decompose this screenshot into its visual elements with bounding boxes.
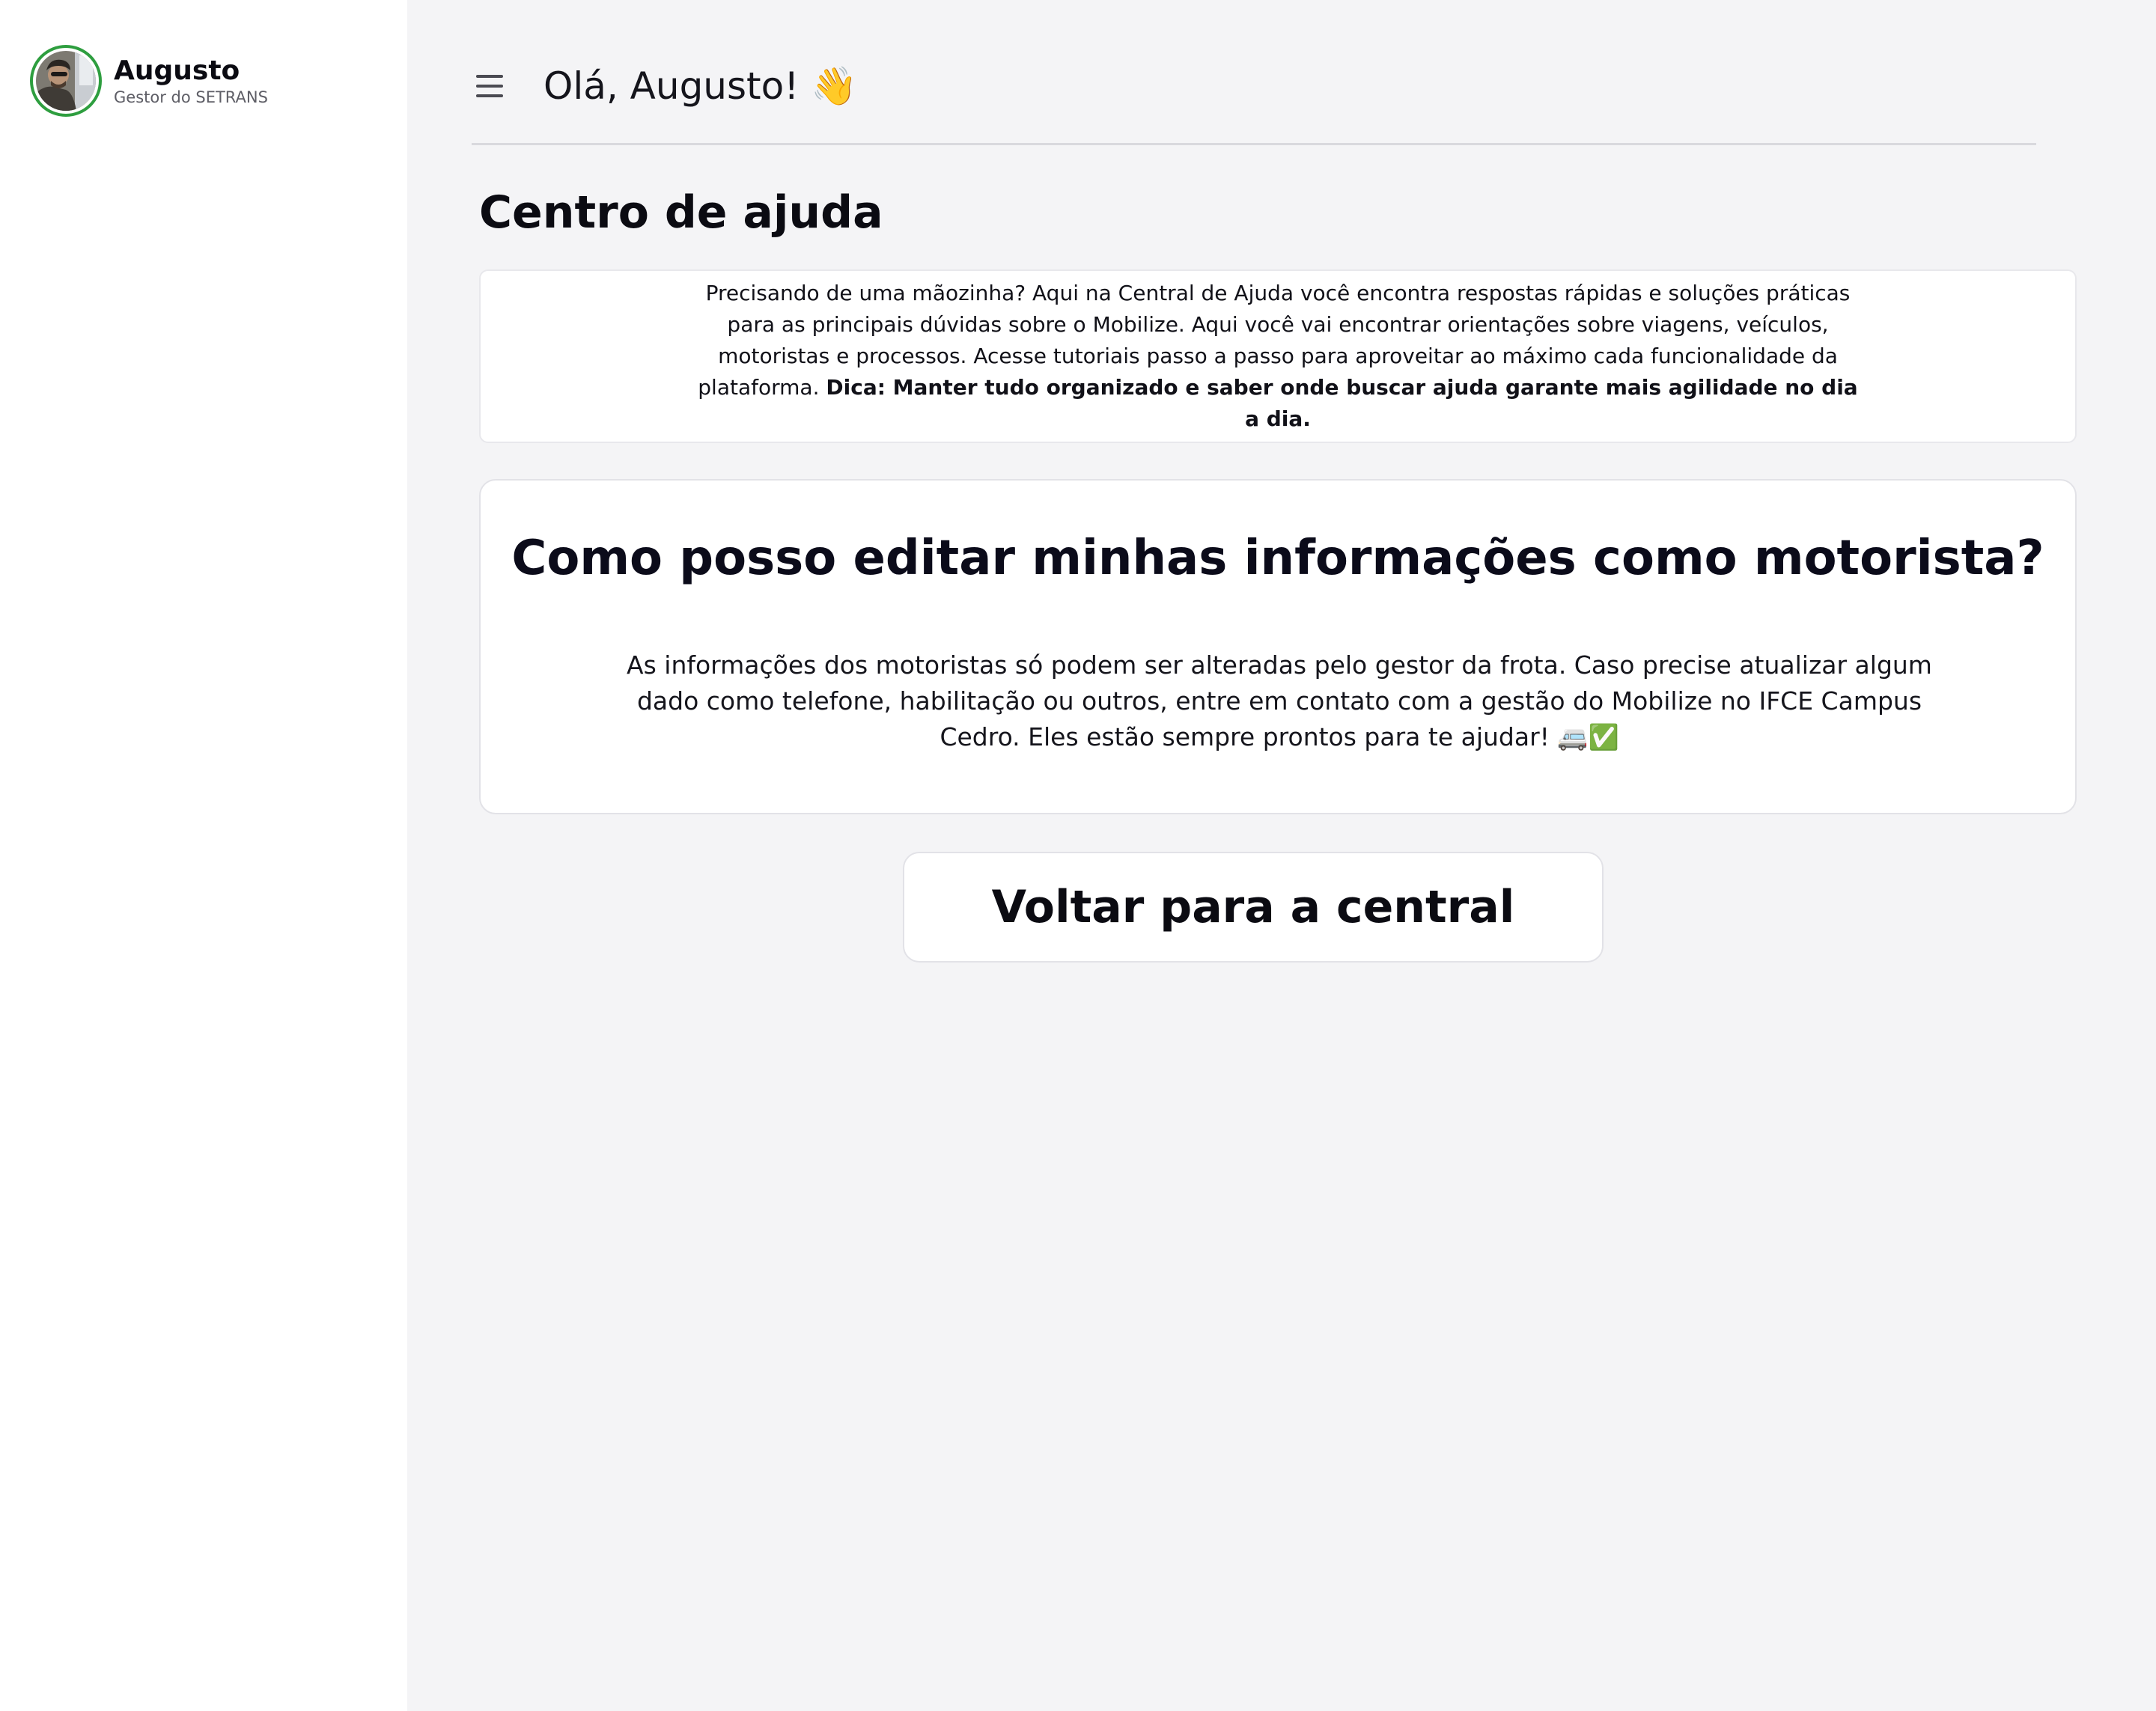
help-intro-tip: Dica: Manter tudo organizado e saber ond… bbox=[826, 375, 1858, 431]
page-title: Centro de ajuda bbox=[479, 186, 883, 239]
top-bar: Olá, Augusto! 👋 bbox=[472, 52, 2036, 145]
faq-card: Como posso editar minhas informações com… bbox=[479, 479, 2077, 814]
menu-line bbox=[476, 94, 503, 97]
avatar-image bbox=[36, 51, 96, 111]
avatar[interactable] bbox=[30, 45, 102, 117]
main-content: Olá, Augusto! 👋 Centro de ajuda Precisan… bbox=[407, 0, 2156, 1711]
user-photo-icon bbox=[36, 51, 96, 111]
faq-answer: As informações dos motoristas só podem s… bbox=[627, 650, 1932, 751]
menu-line bbox=[476, 85, 503, 88]
hamburger-menu-icon[interactable] bbox=[472, 67, 512, 105]
greeting-text: Olá, Augusto! 👋 bbox=[543, 64, 858, 108]
help-intro-card: Precisando de uma mãozinha? Aqui na Cent… bbox=[479, 269, 2077, 443]
help-intro-text: Precisando de uma mãozinha? Aqui na Cent… bbox=[694, 278, 1862, 435]
profile-text: Augusto Gestor do SETRANS bbox=[114, 55, 268, 107]
profile-name: Augusto bbox=[114, 55, 240, 86]
faq-question: Como posso editar minhas informações com… bbox=[511, 531, 2044, 586]
user-profile[interactable]: Augusto Gestor do SETRANS bbox=[30, 45, 268, 117]
profile-role: Gestor do SETRANS bbox=[114, 88, 268, 106]
back-to-help-center-button[interactable]: Voltar para a central bbox=[903, 852, 1604, 963]
app-root: Augusto Gestor do SETRANS Olá, Augusto! … bbox=[0, 0, 2156, 1711]
menu-line bbox=[476, 75, 503, 78]
sidebar: Augusto Gestor do SETRANS bbox=[0, 0, 407, 1711]
